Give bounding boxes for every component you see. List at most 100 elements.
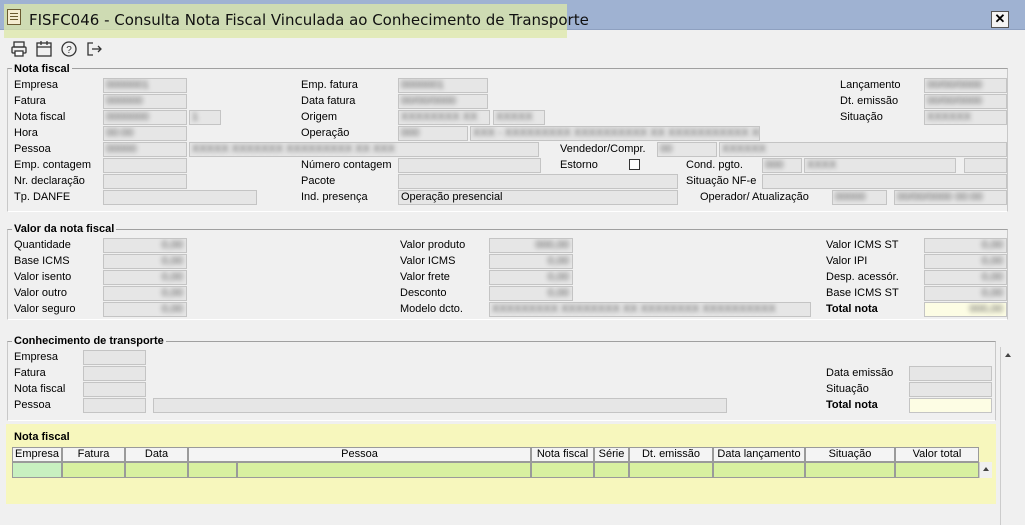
quantidade-field[interactable]: 0,00	[103, 238, 187, 253]
operacao-desc-field[interactable]: XXX - XXXXXXXXX XXXXXXXXXX XX XXXXXXXXXX…	[470, 126, 760, 141]
tp-danfe-field[interactable]	[103, 190, 257, 205]
nota-fiscal-serie-field[interactable]: 1	[189, 110, 221, 125]
valor-isento-label: Valor isento	[14, 271, 72, 283]
hora-label: Hora	[14, 127, 38, 139]
ct-total-nota-field[interactable]	[909, 398, 992, 413]
pessoa-name-field[interactable]: XXXXX XXXXXXX XXXXXXXXX XX XXX	[189, 142, 539, 157]
valor-produto-label: Valor produto	[400, 239, 466, 251]
valor-icms-field[interactable]: 0,00	[489, 254, 573, 269]
vendedor-name-field[interactable]: XXXXXX	[719, 142, 1007, 157]
quantidade-label: Quantidade	[14, 239, 71, 251]
dt-emissao-field[interactable]: 00/00/0000	[924, 94, 1007, 109]
col-header-data[interactable]: Data	[125, 447, 188, 462]
situacao-field[interactable]: XXXXXX	[924, 110, 1007, 125]
col-header-fatura[interactable]: Fatura	[62, 447, 125, 462]
empresa-field[interactable]: 0000001	[103, 78, 187, 93]
col-header-serie[interactable]: Série	[594, 447, 629, 462]
valor-frete-field[interactable]: 0,00	[489, 270, 573, 285]
valor-produto-field[interactable]: 000,00	[489, 238, 573, 253]
ct-pessoa-code-field[interactable]	[83, 398, 146, 413]
ct-nota-fiscal-field[interactable]	[83, 382, 146, 397]
lancamento-field[interactable]: 00/00/0000	[924, 78, 1007, 93]
cond-pgto-extra-field[interactable]	[964, 158, 1007, 173]
desconto-field[interactable]: 0,00	[489, 286, 573, 301]
valor-icms-st-field[interactable]: 0,00	[924, 238, 1007, 253]
grid-scrollbar[interactable]	[979, 462, 992, 478]
valor-icms-label: Valor ICMS	[400, 255, 456, 267]
operador-field[interactable]: 00000	[832, 190, 887, 205]
grid-cell-valor-total[interactable]	[895, 462, 979, 478]
total-nota-field[interactable]: 000,00	[924, 302, 1007, 317]
emp-fatura-field[interactable]: 0000001	[398, 78, 488, 93]
ct-fatura-field[interactable]	[83, 366, 146, 381]
grid-cell-dt-emissao[interactable]	[629, 462, 713, 478]
operacao-code-field[interactable]: 000	[398, 126, 468, 141]
grid-cell-situacao[interactable]	[805, 462, 895, 478]
help-icon[interactable]: ?	[60, 40, 78, 58]
ind-presenca-label: Ind. presença	[301, 191, 368, 203]
calendar-icon[interactable]	[35, 40, 53, 58]
base-icms-st-field[interactable]: 0,00	[924, 286, 1007, 301]
estorno-checkbox[interactable]	[629, 159, 640, 170]
base-icms-field[interactable]: 0,00	[103, 254, 187, 269]
grid-cell-nota-fiscal[interactable]	[531, 462, 594, 478]
close-button[interactable]: ✕	[991, 11, 1009, 28]
ind-presenca-field[interactable]: Operação presencial	[398, 190, 678, 205]
vendedor-code-field[interactable]: 00	[657, 142, 717, 157]
col-header-data-lancamento[interactable]: Data lançamento	[713, 447, 805, 462]
exit-icon[interactable]	[85, 40, 103, 58]
col-header-empresa[interactable]: Empresa	[12, 447, 62, 462]
grid-cell-serie[interactable]	[594, 462, 629, 478]
cond-pgto-desc-field[interactable]: XXXX	[804, 158, 956, 173]
pessoa-code-field[interactable]: 00000	[103, 142, 187, 157]
desp-acessor-field[interactable]: 0,00	[924, 270, 1007, 285]
col-header-situacao[interactable]: Situação	[805, 447, 895, 462]
valor-isento-field[interactable]: 0,00	[103, 270, 187, 285]
grid-cell-fatura[interactable]	[62, 462, 125, 478]
conhecimento-group-title: Conhecimento de transporte	[12, 335, 166, 347]
scroll-up-icon[interactable]	[983, 467, 989, 471]
data-fatura-field[interactable]: 00/00/0000	[398, 94, 488, 109]
grid-cell-empresa[interactable]	[12, 462, 62, 478]
col-header-dt-emissao[interactable]: Dt. emissão	[629, 447, 713, 462]
printer-icon[interactable]	[10, 40, 28, 58]
col-header-valor-total[interactable]: Valor total	[895, 447, 979, 462]
modelo-dcto-field[interactable]: XXXXXXXXX XXXXXXXX XX XXXXXXXX XXXXXXXXX…	[489, 302, 811, 317]
fatura-field[interactable]: 000000	[103, 94, 187, 109]
base-icms-st-label: Base ICMS ST	[826, 287, 899, 299]
valor-seguro-field[interactable]: 0,00	[103, 302, 187, 317]
pacote-field[interactable]	[398, 174, 678, 189]
situacao-nfe-field[interactable]	[762, 174, 1007, 189]
grid-cell-data-lancamento[interactable]	[713, 462, 805, 478]
numero-contagem-field[interactable]	[398, 158, 541, 173]
origem-field[interactable]: XXXXXXXX XX	[398, 110, 490, 125]
origem-label: Origem	[301, 111, 338, 123]
ct-pessoa-name-field[interactable]	[153, 398, 727, 413]
numero-contagem-label: Número contagem	[301, 159, 392, 171]
ct-nota-fiscal-label: Nota fiscal	[14, 383, 66, 395]
estorno-label: Estorno	[560, 159, 598, 171]
atualizacao-field[interactable]: 00/00/0000 00:00	[894, 190, 1007, 205]
vendedor-label: Vendedor/Compr.	[560, 143, 646, 155]
page-scrollbar[interactable]	[1000, 347, 1014, 525]
grid-cell-pessoa-name[interactable]	[237, 462, 531, 478]
ct-empresa-field[interactable]	[83, 350, 146, 365]
valor-outro-label: Valor outro	[14, 287, 67, 299]
page-scroll-up-icon[interactable]	[1005, 353, 1011, 357]
ct-data-emissao-field[interactable]	[909, 366, 992, 381]
grid-cell-pessoa-code[interactable]	[188, 462, 237, 478]
grid-cell-data[interactable]	[125, 462, 188, 478]
origem-extra-field[interactable]: XXXXX	[493, 110, 545, 125]
ct-situacao-field[interactable]	[909, 382, 992, 397]
emp-contagem-label: Emp. contagem	[14, 159, 92, 171]
nota-fiscal-field[interactable]: 0000000	[103, 110, 187, 125]
col-header-pessoa[interactable]: Pessoa	[188, 447, 531, 462]
valor-outro-field[interactable]: 0,00	[103, 286, 187, 301]
nr-declaracao-field[interactable]	[103, 174, 187, 189]
cond-pgto-code-field[interactable]: 000	[762, 158, 802, 173]
emp-contagem-field[interactable]	[103, 158, 187, 173]
valor-ipi-field[interactable]: 0,00	[924, 254, 1007, 269]
hora-field[interactable]: 00:00	[103, 126, 187, 141]
emp-fatura-label: Emp. fatura	[301, 79, 358, 91]
col-header-nota-fiscal[interactable]: Nota fiscal	[531, 447, 594, 462]
